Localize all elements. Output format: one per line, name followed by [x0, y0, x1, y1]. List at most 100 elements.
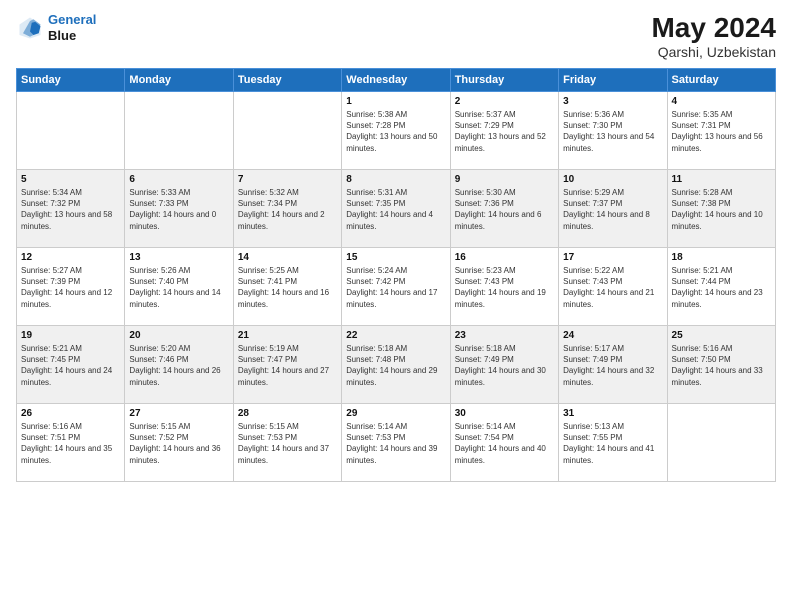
day-number: 1	[346, 96, 445, 107]
logo-icon	[16, 14, 44, 42]
day-number: 14	[238, 252, 337, 263]
day-number: 5	[21, 174, 120, 185]
calendar-cell: 30 Sunrise: 5:14 AM Sunset: 7:54 PM Dayli…	[450, 404, 558, 482]
calendar-cell: 23Sunrise: 5:18 AM Sunset: 7:49 PM Dayli…	[450, 326, 558, 404]
day-number: 22	[346, 330, 445, 341]
page: General Blue May 2024 Qarshi, Uzbekistan…	[0, 0, 792, 612]
day-info: Sunrise: 5:33 AM Sunset: 7:33 PM Dayligh…	[129, 187, 228, 232]
weekday-header: Sunday	[17, 69, 125, 92]
day-info: Sunrise: 5:34 AM Sunset: 7:32 PM Dayligh…	[21, 187, 120, 232]
calendar-cell	[125, 92, 233, 170]
day-info: Sunrise: 5:15 AM Sunset: 7:52 PM Dayligh…	[129, 421, 228, 466]
logo-line1: General	[48, 12, 96, 27]
calendar-cell: 5 Sunrise: 5:34 AM Sunset: 7:32 PM Daylig…	[17, 170, 125, 248]
logo-line2: Blue	[48, 28, 96, 44]
day-info: Sunrise: 5:15 AM Sunset: 7:53 PM Dayligh…	[238, 421, 337, 466]
calendar-cell: 18Sunrise: 5:21 AM Sunset: 7:44 PM Dayli…	[667, 248, 775, 326]
logo: General Blue	[16, 12, 96, 43]
weekday-row: SundayMondayTuesdayWednesdayThursdayFrid…	[17, 69, 776, 92]
day-number: 19	[21, 330, 120, 341]
weekday-header: Friday	[559, 69, 667, 92]
calendar-cell: 12Sunrise: 5:27 AM Sunset: 7:39 PM Dayli…	[17, 248, 125, 326]
calendar-cell: 10 Sunrise: 5:29 AM Sunset: 7:37 PM Dayli…	[559, 170, 667, 248]
day-number: 31	[563, 408, 662, 419]
day-info: Sunrise: 5:16 AM Sunset: 7:50 PM Dayligh…	[672, 343, 771, 388]
day-info: Sunrise: 5:21 AM Sunset: 7:45 PM Dayligh…	[21, 343, 120, 388]
day-number: 6	[129, 174, 228, 185]
day-number: 18	[672, 252, 771, 263]
day-number: 17	[563, 252, 662, 263]
calendar-cell: 29 Sunrise: 5:14 AM Sunset: 7:53 PM Dayli…	[342, 404, 450, 482]
day-number: 11	[672, 174, 771, 185]
day-info: Sunrise: 5:18 AM Sunset: 7:49 PM Dayligh…	[455, 343, 554, 388]
calendar-cell: 31Sunrise: 5:13 AM Sunset: 7:55 PM Dayli…	[559, 404, 667, 482]
day-info: Sunrise: 5:18 AM Sunset: 7:48 PM Dayligh…	[346, 343, 445, 388]
day-info: Sunrise: 5:23 AM Sunset: 7:43 PM Dayligh…	[455, 265, 554, 310]
calendar-cell	[667, 404, 775, 482]
day-number: 26	[21, 408, 120, 419]
calendar-week-row: 1Sunrise: 5:38 AM Sunset: 7:28 PM Daylig…	[17, 92, 776, 170]
weekday-header: Thursday	[450, 69, 558, 92]
day-info: Sunrise: 5:24 AM Sunset: 7:42 PM Dayligh…	[346, 265, 445, 310]
day-info: Sunrise: 5:17 AM Sunset: 7:49 PM Dayligh…	[563, 343, 662, 388]
calendar-cell: 13 Sunrise: 5:26 AM Sunset: 7:40 PM Dayli…	[125, 248, 233, 326]
header: General Blue May 2024 Qarshi, Uzbekistan	[16, 12, 776, 60]
day-info: Sunrise: 5:27 AM Sunset: 7:39 PM Dayligh…	[21, 265, 120, 310]
day-info: Sunrise: 5:32 AM Sunset: 7:34 PM Dayligh…	[238, 187, 337, 232]
day-info: Sunrise: 5:36 AM Sunset: 7:30 PM Dayligh…	[563, 109, 662, 154]
calendar-cell: 28 Sunrise: 5:15 AM Sunset: 7:53 PM Dayli…	[233, 404, 341, 482]
weekday-header: Monday	[125, 69, 233, 92]
calendar-cell: 22 Sunrise: 5:18 AM Sunset: 7:48 PM Dayli…	[342, 326, 450, 404]
day-number: 28	[238, 408, 337, 419]
calendar-cell: 15 Sunrise: 5:24 AM Sunset: 7:42 PM Dayli…	[342, 248, 450, 326]
day-number: 16	[455, 252, 554, 263]
day-number: 10	[563, 174, 662, 185]
calendar-title: May 2024	[651, 12, 776, 44]
calendar-cell: 16 Sunrise: 5:23 AM Sunset: 7:43 PM Dayli…	[450, 248, 558, 326]
day-number: 8	[346, 174, 445, 185]
day-info: Sunrise: 5:26 AM Sunset: 7:40 PM Dayligh…	[129, 265, 228, 310]
day-info: Sunrise: 5:30 AM Sunset: 7:36 PM Dayligh…	[455, 187, 554, 232]
calendar-table: SundayMondayTuesdayWednesdayThursdayFrid…	[16, 68, 776, 482]
calendar-week-row: 19 Sunrise: 5:21 AM Sunset: 7:45 PM Dayli…	[17, 326, 776, 404]
day-number: 21	[238, 330, 337, 341]
day-info: Sunrise: 5:22 AM Sunset: 7:43 PM Dayligh…	[563, 265, 662, 310]
calendar-cell: 6 Sunrise: 5:33 AM Sunset: 7:33 PM Daylig…	[125, 170, 233, 248]
day-info: Sunrise: 5:19 AM Sunset: 7:47 PM Dayligh…	[238, 343, 337, 388]
day-number: 30	[455, 408, 554, 419]
calendar-cell: 19 Sunrise: 5:21 AM Sunset: 7:45 PM Dayli…	[17, 326, 125, 404]
day-number: 25	[672, 330, 771, 341]
day-info: Sunrise: 5:35 AM Sunset: 7:31 PM Dayligh…	[672, 109, 771, 154]
day-number: 3	[563, 96, 662, 107]
day-number: 7	[238, 174, 337, 185]
day-number: 4	[672, 96, 771, 107]
calendar-body: 1Sunrise: 5:38 AM Sunset: 7:28 PM Daylig…	[17, 92, 776, 482]
day-info: Sunrise: 5:14 AM Sunset: 7:54 PM Dayligh…	[455, 421, 554, 466]
day-info: Sunrise: 5:14 AM Sunset: 7:53 PM Dayligh…	[346, 421, 445, 466]
day-info: Sunrise: 5:29 AM Sunset: 7:37 PM Dayligh…	[563, 187, 662, 232]
day-info: Sunrise: 5:25 AM Sunset: 7:41 PM Dayligh…	[238, 265, 337, 310]
title-block: May 2024 Qarshi, Uzbekistan	[651, 12, 776, 60]
day-number: 9	[455, 174, 554, 185]
calendar-week-row: 5 Sunrise: 5:34 AM Sunset: 7:32 PM Daylig…	[17, 170, 776, 248]
calendar-cell: 24 Sunrise: 5:17 AM Sunset: 7:49 PM Dayli…	[559, 326, 667, 404]
day-number: 29	[346, 408, 445, 419]
day-number: 15	[346, 252, 445, 263]
day-number: 13	[129, 252, 228, 263]
calendar-cell: 11Sunrise: 5:28 AM Sunset: 7:38 PM Dayli…	[667, 170, 775, 248]
calendar-cell: 20Sunrise: 5:20 AM Sunset: 7:46 PM Dayli…	[125, 326, 233, 404]
day-info: Sunrise: 5:16 AM Sunset: 7:51 PM Dayligh…	[21, 421, 120, 466]
calendar-cell: 26 Sunrise: 5:16 AM Sunset: 7:51 PM Dayli…	[17, 404, 125, 482]
calendar-week-row: 26 Sunrise: 5:16 AM Sunset: 7:51 PM Dayli…	[17, 404, 776, 482]
calendar-cell: 21 Sunrise: 5:19 AM Sunset: 7:47 PM Dayli…	[233, 326, 341, 404]
weekday-header: Tuesday	[233, 69, 341, 92]
weekday-header: Saturday	[667, 69, 775, 92]
calendar-cell	[233, 92, 341, 170]
calendar-cell: 4 Sunrise: 5:35 AM Sunset: 7:31 PM Daylig…	[667, 92, 775, 170]
day-number: 2	[455, 96, 554, 107]
calendar-cell: 25 Sunrise: 5:16 AM Sunset: 7:50 PM Dayli…	[667, 326, 775, 404]
calendar-cell: 7 Sunrise: 5:32 AM Sunset: 7:34 PM Daylig…	[233, 170, 341, 248]
calendar-cell: 17 Sunrise: 5:22 AM Sunset: 7:43 PM Dayli…	[559, 248, 667, 326]
day-number: 24	[563, 330, 662, 341]
calendar-subtitle: Qarshi, Uzbekistan	[651, 44, 776, 60]
